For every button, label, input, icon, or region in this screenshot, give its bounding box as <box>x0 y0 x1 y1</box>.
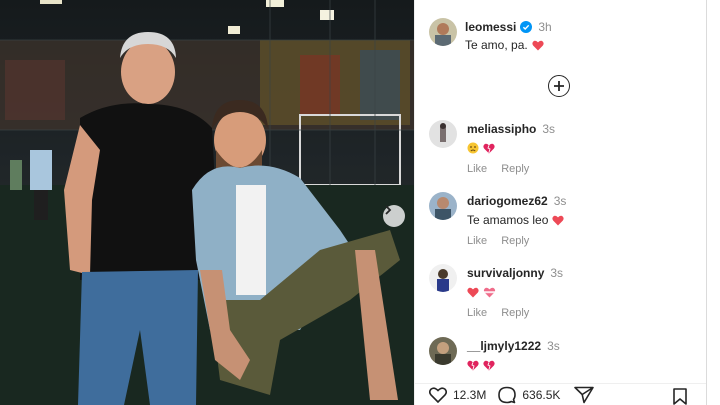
comments-panel: leomessi 3h Te amo, pa. meliassipho 3s L… <box>414 0 707 405</box>
comment-time: 3s <box>542 122 556 136</box>
heart-icon <box>532 40 544 50</box>
heart-outline-icon[interactable] <box>429 386 447 403</box>
comment-item: dariogomez62 3s Te amamos leo Like Reply <box>429 192 699 247</box>
comment-time: 3s <box>550 266 564 280</box>
commenter-avatar[interactable] <box>429 264 457 292</box>
heart-ribbon-icon <box>483 287 496 297</box>
photo-illustration <box>0 0 414 405</box>
comment-time: 3s <box>553 194 567 208</box>
comment-bubble-icon[interactable] <box>498 386 517 404</box>
commenter-avatar[interactable] <box>429 192 457 220</box>
reply-comment-button[interactable]: Reply <box>501 307 529 319</box>
comment-item: __ljmyly1222 3s <box>429 337 699 372</box>
reply-comment-button[interactable]: Reply <box>501 235 529 247</box>
author-avatar[interactable] <box>429 18 457 46</box>
comment-time: 3s <box>547 339 560 353</box>
bookmark-icon[interactable] <box>673 388 687 405</box>
comment-stat[interactable]: 636.5K <box>498 386 560 404</box>
next-photo-button[interactable] <box>383 205 405 227</box>
author-username[interactable]: leomessi <box>465 20 516 34</box>
load-more-comments-button[interactable] <box>548 75 570 97</box>
comment-item: meliassipho 3s Like Reply <box>429 120 699 175</box>
comment-text <box>467 285 563 299</box>
broken-heart-icon <box>483 360 495 370</box>
sad-face-icon <box>467 142 479 154</box>
post-photo[interactable] <box>0 0 414 405</box>
broken-heart-icon <box>467 360 479 370</box>
comment-text <box>467 358 560 372</box>
post-time: 3h <box>538 20 552 34</box>
comment-username[interactable]: meliassipho <box>467 122 536 136</box>
comment-username[interactable]: survivaljonny <box>467 266 544 280</box>
plus-icon <box>554 81 564 91</box>
commenter-avatar[interactable] <box>429 337 457 365</box>
window-edge <box>706 0 720 405</box>
chevron-right-icon <box>385 205 392 215</box>
comment-text-content: Te amamos leo <box>467 213 549 227</box>
like-comment-button[interactable]: Like <box>467 235 487 247</box>
comment-text <box>467 141 555 155</box>
post-action-bar: 12.3M 636.5K <box>415 383 707 405</box>
comment-username[interactable]: __ljmyly1222 <box>467 339 541 353</box>
heart-icon <box>467 287 479 297</box>
comment-username[interactable]: dariogomez62 <box>467 194 548 208</box>
likes-count: 12.3M <box>453 387 487 402</box>
comments-count: 636.5K <box>522 387 561 402</box>
verified-badge-icon <box>520 21 533 33</box>
comment-item: survivaljonny 3s Like Reply <box>429 264 699 319</box>
comment-text: Te amamos leo <box>467 213 566 227</box>
heart-icon <box>552 215 565 225</box>
like-stat[interactable]: 12.3M <box>429 386 487 403</box>
like-comment-button[interactable]: Like <box>467 307 487 319</box>
post-caption: leomessi 3h Te amo, pa. <box>429 18 552 52</box>
share-send-icon[interactable] <box>574 386 595 404</box>
reply-comment-button[interactable]: Reply <box>501 163 529 175</box>
broken-heart-icon <box>483 143 495 153</box>
like-comment-button[interactable]: Like <box>467 163 487 175</box>
commenter-avatar[interactable] <box>429 120 457 148</box>
caption-text: Te amo, pa. <box>465 38 528 52</box>
